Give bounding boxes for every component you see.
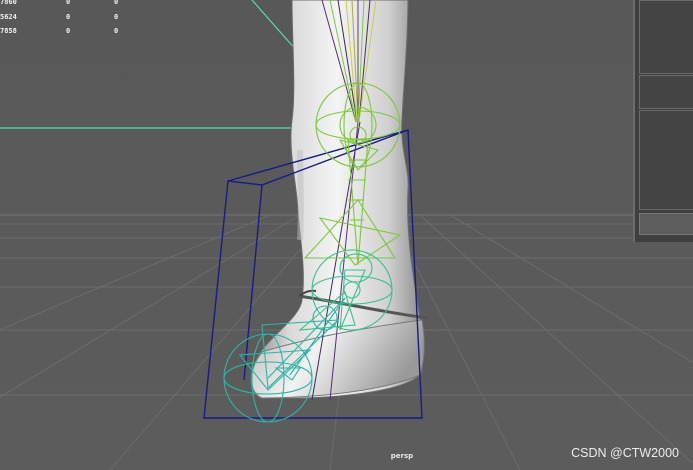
watermark: CSDN @CTW2000 (571, 446, 679, 460)
panel-section[interactable] (639, 110, 693, 210)
side-panel[interactable] (633, 0, 693, 242)
hud-row: 7860 0 0 (0, 0, 134, 10)
hud-value: 0 (66, 0, 71, 6)
leg-mesh (250, 0, 429, 399)
perspective-viewport[interactable]: 7860 0 0 5624 0 0 7858 0 0 persp CSDN @C… (0, 0, 693, 470)
hud-value: 0 (114, 12, 119, 21)
hud-value: 7858 (0, 27, 17, 35)
hud-value: 5624 (0, 12, 17, 21)
hud-value: 0 (66, 27, 71, 35)
panel-section[interactable] (639, 75, 693, 109)
hud-row: 5624 0 0 (0, 10, 134, 25)
panel-button[interactable] (639, 213, 693, 235)
hud-value: 0 (66, 12, 71, 21)
panel-section[interactable] (639, 0, 693, 74)
heads-up-display: 7860 0 0 5624 0 0 7858 0 0 (0, 0, 134, 39)
viewport-scene[interactable] (0, 0, 693, 470)
hud-row: 7858 0 0 (0, 24, 134, 39)
hud-value: 0 (114, 27, 119, 35)
hud-value: 7860 (0, 0, 17, 6)
hud-value: 0 (114, 0, 119, 6)
